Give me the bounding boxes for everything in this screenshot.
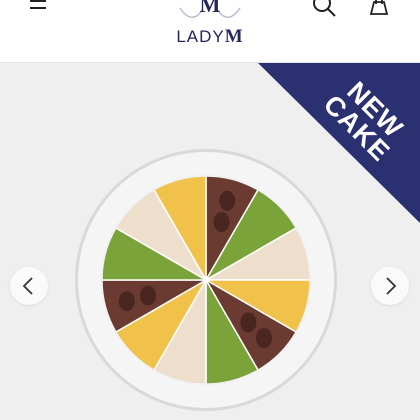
chocolate-topping (213, 212, 230, 232)
chocolate-topping (140, 285, 156, 306)
site-header: M LADYM (0, 0, 420, 63)
cake-image (75, 149, 337, 411)
shopping-bag-icon[interactable] (366, 0, 392, 18)
logo-wordmark: LADYM (150, 26, 270, 48)
chocolate-topping (118, 291, 135, 312)
logo-monogram: M (200, 0, 221, 17)
chevron-left-icon (22, 277, 33, 295)
chevron-right-icon (386, 277, 397, 295)
brand-logo[interactable]: M LADYM (150, 0, 270, 50)
chocolate-topping (256, 328, 272, 348)
logo-monogram-icon: M (179, 0, 241, 18)
search-icon[interactable] (310, 0, 338, 18)
carousel-prev-button[interactable] (10, 267, 48, 305)
carousel-next-button[interactable] (371, 267, 409, 305)
chocolate-topping (219, 190, 236, 211)
hamburger-menu-icon[interactable] (26, 0, 52, 18)
brand-name-part2: M (224, 26, 244, 47)
brand-name-part1: LADY (176, 27, 225, 46)
chocolate-topping (240, 312, 257, 333)
hero-carousel[interactable]: NEW CAKE (0, 63, 420, 420)
